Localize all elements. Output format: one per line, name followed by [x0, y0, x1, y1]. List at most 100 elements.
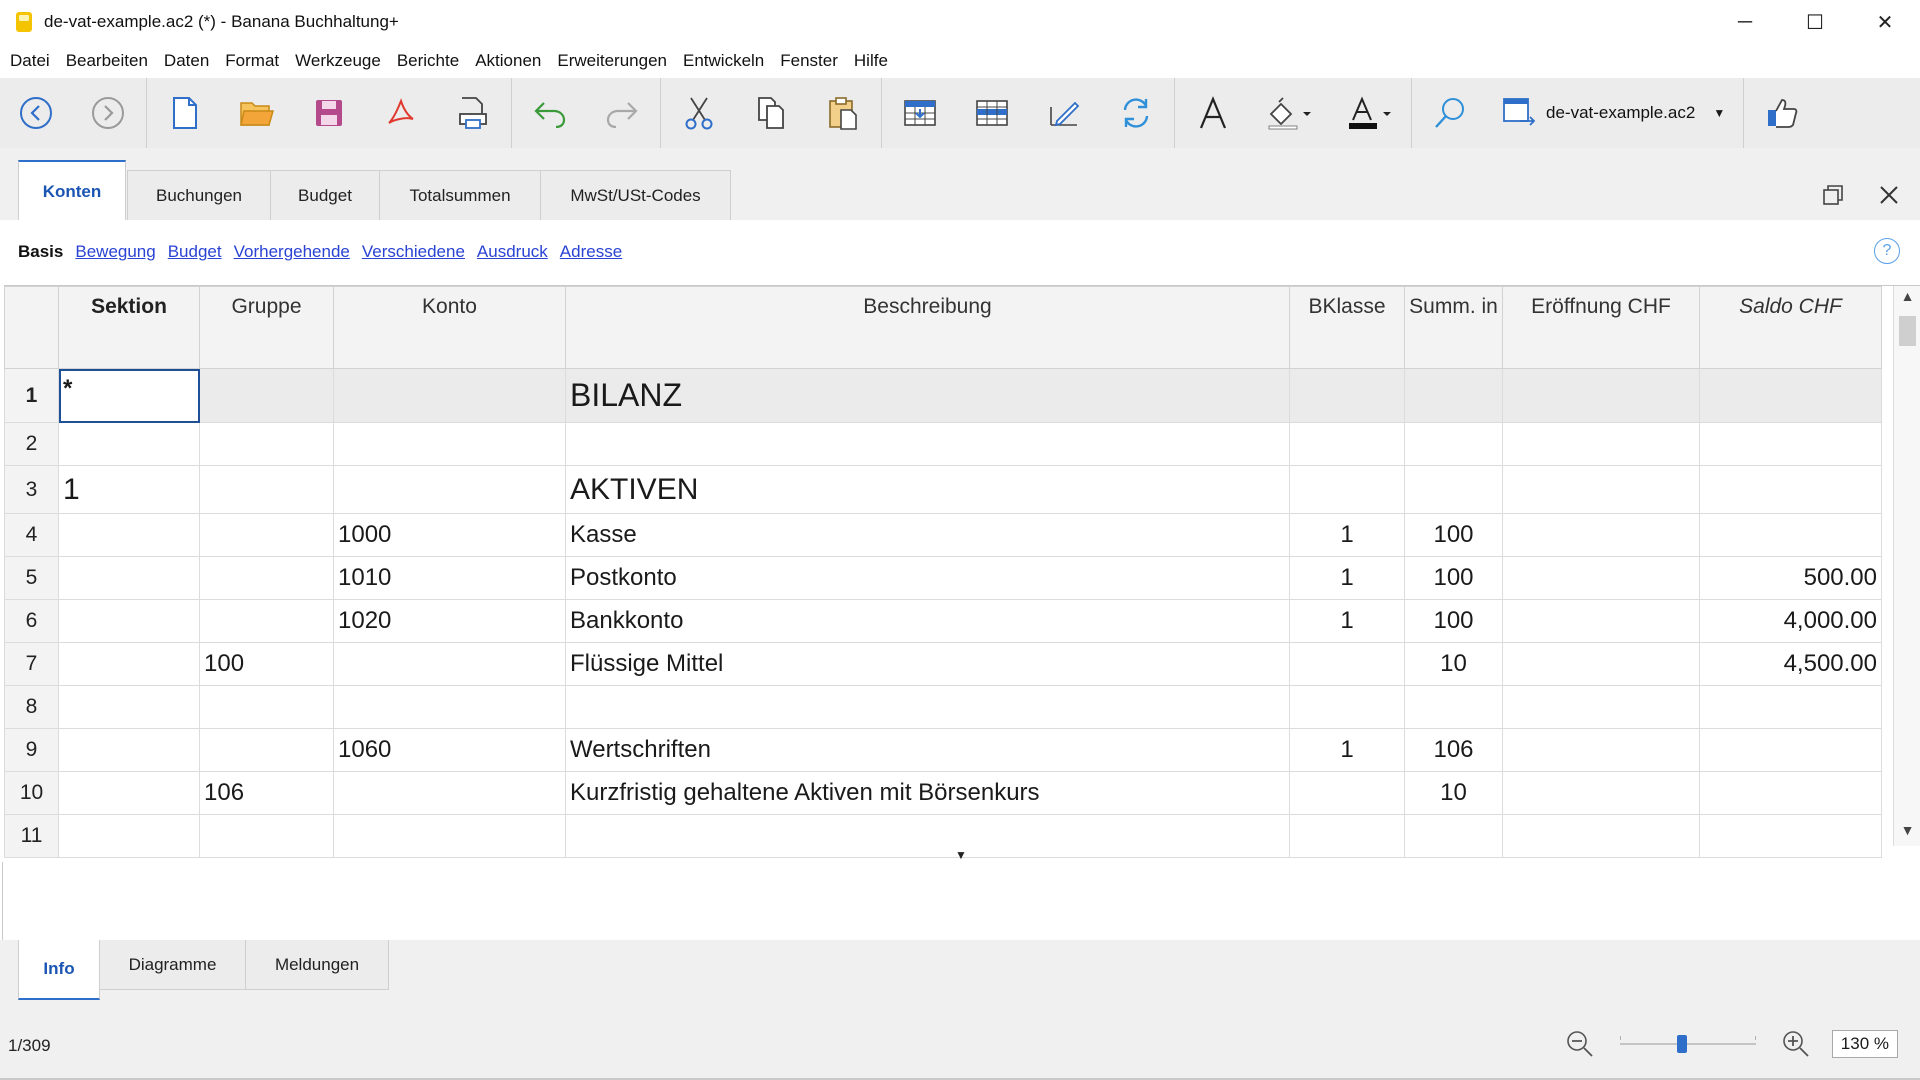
cell-saldo[interactable]: 500.00 [1699, 556, 1882, 600]
cell-gruppe[interactable]: 100 [199, 642, 334, 686]
open-button[interactable] [221, 78, 293, 148]
cell-beschreibung[interactable] [565, 814, 1290, 858]
menu-erweiterungen[interactable]: Erweiterungen [557, 51, 667, 71]
maximize-button[interactable]: ☐ [1780, 0, 1850, 44]
cell-bklasse[interactable] [1289, 685, 1405, 729]
column-header-gruppe[interactable]: Gruppe [199, 286, 334, 369]
cell-bklasse[interactable]: 1 [1289, 513, 1405, 557]
table-row[interactable]: 10 106 Kurzfristig gehaltene Aktiven mit… [4, 771, 1882, 815]
cell-bklasse[interactable] [1289, 465, 1405, 514]
cell-konto[interactable]: 1000 [333, 513, 566, 557]
column-header-bklasse[interactable]: BKlasse [1289, 286, 1405, 369]
move-rows-button[interactable] [956, 78, 1028, 148]
menu-aktionen[interactable]: Aktionen [475, 51, 541, 71]
file-selector[interactable]: de-vat-example.ac2 ▼ [1486, 78, 1741, 148]
cell-saldo[interactable] [1699, 465, 1882, 514]
table-row[interactable]: 5 1010 Postkonto 1 100 500.00 [4, 556, 1882, 600]
cell-summ-in[interactable] [1404, 422, 1503, 466]
tab-konten[interactable]: Konten [18, 160, 126, 221]
cell-beschreibung[interactable]: Bankkonto [565, 599, 1290, 643]
tab-buchungen[interactable]: Buchungen [127, 170, 271, 220]
cell-konto[interactable] [333, 642, 566, 686]
cell-saldo[interactable] [1699, 422, 1882, 466]
tab-budget[interactable]: Budget [270, 170, 380, 220]
cell-bklasse[interactable]: 1 [1289, 599, 1405, 643]
print-button[interactable] [437, 78, 509, 148]
cell-eroeffnung[interactable] [1502, 771, 1700, 815]
text-color-button[interactable] [1329, 78, 1409, 148]
cell-konto[interactable]: 1010 [333, 556, 566, 600]
feedback-button[interactable] [1746, 78, 1818, 148]
cell-eroeffnung[interactable] [1502, 513, 1700, 557]
cell-summ-in[interactable] [1404, 685, 1503, 729]
cell-gruppe[interactable] [199, 368, 334, 423]
table-row[interactable]: 7 100 Flüssige Mittel 10 4,500.00 [4, 642, 1882, 686]
cell-beschreibung[interactable]: Wertschriften [565, 728, 1290, 772]
cell-beschreibung[interactable]: Kurzfristig gehaltene Aktiven mit Börsen… [565, 771, 1290, 815]
cell-gruppe[interactable] [199, 728, 334, 772]
font-button[interactable] [1177, 78, 1249, 148]
cell-gruppe[interactable] [199, 685, 334, 729]
fill-color-button[interactable] [1249, 78, 1329, 148]
table-row[interactable]: 1 * BILANZ [4, 368, 1882, 423]
view-ausdruck[interactable]: Ausdruck [477, 242, 548, 262]
cell-sektion[interactable] [58, 771, 200, 815]
scroll-up-icon[interactable]: ▲ [1894, 288, 1920, 310]
cell-bklasse[interactable] [1289, 814, 1405, 858]
cell-gruppe[interactable] [199, 465, 334, 514]
cell-eroeffnung[interactable] [1502, 599, 1700, 643]
new-file-button[interactable] [149, 78, 221, 148]
zoom-slider[interactable] [1619, 1032, 1756, 1056]
menu-hilfe[interactable]: Hilfe [854, 51, 888, 71]
cell-saldo[interactable] [1699, 513, 1882, 557]
cell-gruppe[interactable] [199, 814, 334, 858]
cell-eroeffnung[interactable] [1502, 556, 1700, 600]
cell-gruppe[interactable] [199, 513, 334, 557]
close-tab-icon[interactable] [1878, 184, 1900, 206]
menu-bearbeiten[interactable]: Bearbeiten [66, 51, 148, 71]
cell-konto[interactable] [333, 814, 566, 858]
cell-beschreibung[interactable]: Flüssige Mittel [565, 642, 1290, 686]
tab-totalsummen[interactable]: Totalsummen [379, 170, 541, 220]
menu-format[interactable]: Format [225, 51, 279, 71]
splitter-handle-icon[interactable]: ▼ [955, 848, 967, 862]
cell-gruppe[interactable] [199, 422, 334, 466]
insert-rows-button[interactable] [884, 78, 956, 148]
row-number[interactable]: 5 [4, 556, 59, 600]
cell-sektion[interactable] [58, 599, 200, 643]
view-adresse[interactable]: Adresse [560, 242, 622, 262]
cell-beschreibung[interactable]: AKTIVEN [565, 465, 1290, 514]
cell-beschreibung[interactable]: BILANZ [565, 368, 1290, 423]
column-header-sektion[interactable]: Sektion [58, 286, 200, 369]
cell-konto[interactable] [333, 685, 566, 729]
cell-eroeffnung[interactable] [1502, 368, 1700, 423]
save-button[interactable] [293, 78, 365, 148]
view-budget[interactable]: Budget [168, 242, 222, 262]
cell-konto[interactable] [333, 368, 566, 423]
menu-datei[interactable]: Datei [10, 51, 50, 71]
cell-konto[interactable] [333, 771, 566, 815]
cell-summ-in[interactable]: 10 [1404, 642, 1503, 686]
cell-eroeffnung[interactable] [1502, 422, 1700, 466]
cell-sektion[interactable] [58, 685, 200, 729]
cell-gruppe[interactable] [199, 599, 334, 643]
cell-eroeffnung[interactable] [1502, 814, 1700, 858]
table-row[interactable]: 3 1 AKTIVEN [4, 465, 1882, 514]
cell-sektion[interactable] [58, 642, 200, 686]
pdf-button[interactable] [365, 78, 437, 148]
cut-button[interactable] [663, 78, 735, 148]
column-header-summ-in[interactable]: Summ. in [1404, 286, 1503, 369]
tab-mwst-ust-codes[interactable]: MwSt/USt-Codes [540, 170, 731, 220]
cell-konto[interactable]: 1020 [333, 599, 566, 643]
corner-cell[interactable] [4, 286, 59, 369]
cell-bklasse[interactable] [1289, 368, 1405, 423]
cell-konto[interactable] [333, 465, 566, 514]
cell-bklasse[interactable]: 1 [1289, 728, 1405, 772]
close-button[interactable]: ✕ [1850, 0, 1920, 44]
cell-summ-in[interactable]: 106 [1404, 728, 1503, 772]
cell-sektion[interactable] [58, 814, 200, 858]
scrollbar-thumb[interactable] [1899, 316, 1916, 346]
cell-summ-in[interactable]: 100 [1404, 513, 1503, 557]
column-header-konto[interactable]: Konto [333, 286, 566, 369]
cell-gruppe[interactable]: 106 [199, 771, 334, 815]
